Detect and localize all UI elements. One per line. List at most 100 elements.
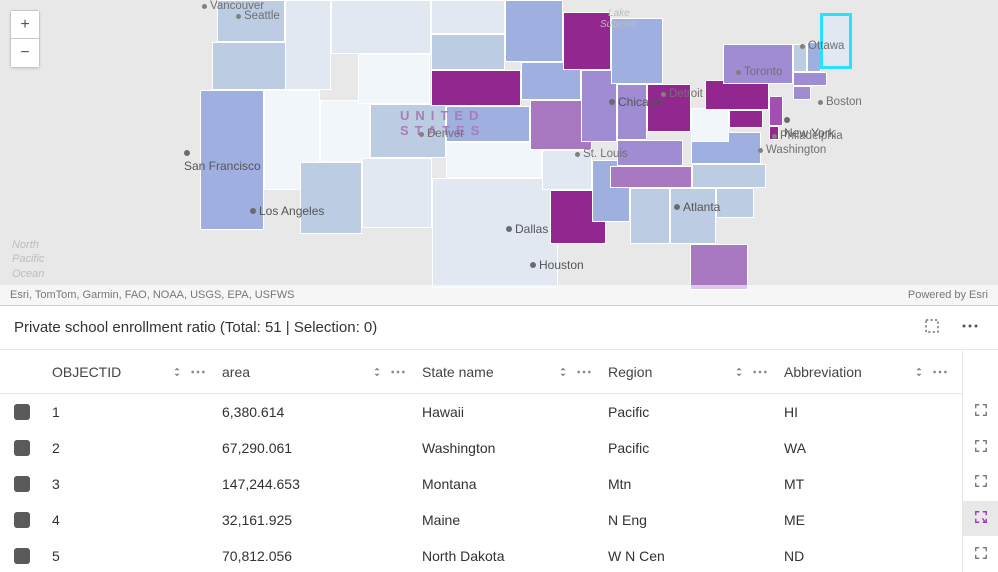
more-options-button[interactable] bbox=[956, 314, 984, 342]
zoom-to-feature-icon bbox=[974, 510, 988, 527]
state-ct[interactable] bbox=[793, 86, 811, 100]
sort-icon[interactable] bbox=[556, 365, 570, 379]
state-ks[interactable] bbox=[446, 106, 530, 142]
state-mn[interactable] bbox=[505, 0, 563, 62]
zoom-to-row-button[interactable] bbox=[963, 394, 998, 430]
row-select-checkbox[interactable] bbox=[14, 440, 30, 456]
cell-objectid: 2 bbox=[44, 440, 214, 456]
sort-icon[interactable] bbox=[732, 365, 746, 379]
state-me[interactable] bbox=[821, 14, 851, 68]
state-ar[interactable] bbox=[542, 150, 592, 190]
table-row[interactable]: 432,161.925MaineN EngME bbox=[0, 502, 962, 538]
table-row[interactable]: 3147,244.653MontanaMtnMT bbox=[0, 466, 962, 502]
ellipsis-icon bbox=[961, 317, 979, 338]
cell-objectid: 4 bbox=[44, 512, 214, 528]
row-select-checkbox[interactable] bbox=[14, 548, 30, 564]
state-nm[interactable] bbox=[362, 158, 432, 228]
state-mt[interactable] bbox=[331, 0, 431, 54]
state-ma[interactable] bbox=[793, 72, 827, 86]
row-select-checkbox[interactable] bbox=[14, 512, 30, 528]
state-or[interactable] bbox=[212, 42, 286, 90]
table-row[interactable]: 267,290.061WashingtonPacificWA bbox=[0, 430, 962, 466]
column-menu-button[interactable] bbox=[390, 370, 406, 374]
state-ca[interactable] bbox=[200, 90, 264, 230]
attribution-right: Powered by Esri bbox=[908, 289, 988, 301]
sort-icon[interactable] bbox=[170, 365, 184, 379]
zoom-to-feature-icon bbox=[974, 403, 988, 420]
cell-region: Pacific bbox=[600, 404, 776, 420]
state-oh[interactable] bbox=[647, 84, 691, 132]
zoom-out-button[interactable]: − bbox=[11, 39, 39, 67]
ocean-label: North Pacific Ocean bbox=[12, 238, 44, 281]
zoom-controls: + − bbox=[10, 10, 40, 68]
state-ok[interactable] bbox=[446, 142, 542, 178]
state-vt[interactable] bbox=[793, 44, 807, 72]
sort-icon[interactable] bbox=[912, 365, 926, 379]
state-ut[interactable] bbox=[320, 100, 370, 162]
zoom-to-row-button[interactable] bbox=[963, 501, 998, 537]
cell-abbr: ME bbox=[776, 512, 956, 528]
state-de[interactable] bbox=[769, 126, 779, 140]
sort-icon[interactable] bbox=[370, 365, 384, 379]
state-fl[interactable] bbox=[690, 244, 748, 290]
state-tx[interactable] bbox=[432, 178, 558, 288]
zoom-to-row-button[interactable] bbox=[963, 465, 998, 501]
table-row[interactable]: 570,812.056North DakotaW N CenND bbox=[0, 538, 962, 572]
row-actions-header bbox=[963, 350, 998, 394]
state-nj[interactable] bbox=[769, 96, 783, 126]
state-wv[interactable] bbox=[691, 108, 729, 142]
state-md[interactable] bbox=[729, 110, 763, 128]
state-wy[interactable] bbox=[358, 54, 430, 104]
column-header-objectid[interactable]: OBJECTID bbox=[44, 364, 214, 380]
table-row[interactable]: 16,380.614HawaiiPacificHI bbox=[0, 394, 962, 430]
state-nc[interactable] bbox=[692, 164, 766, 188]
attribute-table: OBJECTID area State name Region Abbreviation… bbox=[0, 350, 962, 572]
column-menu-button[interactable] bbox=[190, 370, 206, 374]
column-menu-button[interactable] bbox=[932, 370, 948, 374]
row-select-checkbox[interactable] bbox=[14, 404, 30, 420]
selection-tool-icon bbox=[923, 317, 941, 338]
state-ky[interactable] bbox=[617, 140, 683, 166]
column-menu-button[interactable] bbox=[752, 370, 768, 374]
cell-area: 32,161.925 bbox=[214, 512, 414, 528]
state-al[interactable] bbox=[630, 188, 670, 244]
state-id[interactable] bbox=[285, 0, 331, 90]
cell-region: N Eng bbox=[600, 512, 776, 528]
cell-abbr: ND bbox=[776, 548, 956, 564]
zoom-to-row-button[interactable] bbox=[963, 429, 998, 465]
state-ny[interactable] bbox=[723, 44, 793, 84]
state-pa[interactable] bbox=[705, 80, 769, 110]
state-nh[interactable] bbox=[807, 42, 821, 72]
cell-objectid: 5 bbox=[44, 548, 214, 564]
state-nd[interactable] bbox=[431, 0, 505, 34]
column-header-state[interactable]: State name bbox=[414, 364, 600, 380]
map-attribution: Esri, TomTom, Garmin, FAO, NOAA, USGS, E… bbox=[0, 285, 998, 305]
table-header-bar: Private school enrollment ratio (Total: … bbox=[0, 306, 998, 350]
state-in[interactable] bbox=[617, 84, 647, 140]
state-az[interactable] bbox=[300, 162, 362, 234]
state-sc[interactable] bbox=[716, 188, 754, 218]
column-header-label: OBJECTID bbox=[52, 364, 164, 380]
column-menu-button[interactable] bbox=[576, 370, 592, 374]
state-co[interactable] bbox=[370, 104, 446, 158]
zoom-in-button[interactable]: + bbox=[11, 11, 39, 39]
state-ga[interactable] bbox=[670, 188, 716, 244]
row-select-checkbox[interactable] bbox=[14, 476, 30, 492]
state-wa[interactable] bbox=[217, 0, 285, 42]
column-header-region[interactable]: Region bbox=[600, 364, 776, 380]
column-header-area[interactable]: area bbox=[214, 364, 414, 380]
attribution-left: Esri, TomTom, Garmin, FAO, NOAA, USGS, E… bbox=[10, 289, 294, 301]
cell-state: Maine bbox=[414, 512, 600, 528]
map[interactable]: + − North Pacific Ocean Lake Superior UN… bbox=[0, 0, 998, 306]
cell-state: Montana bbox=[414, 476, 600, 492]
selection-tool-button[interactable] bbox=[918, 314, 946, 342]
cell-state: North Dakota bbox=[414, 548, 600, 564]
column-header-label: Abbreviation bbox=[784, 364, 906, 380]
state-ne[interactable] bbox=[431, 70, 521, 106]
zoom-to-row-button[interactable] bbox=[963, 536, 998, 572]
column-header-label: State name bbox=[422, 364, 550, 380]
state-sd[interactable] bbox=[431, 34, 505, 70]
state-tn[interactable] bbox=[610, 166, 692, 188]
zoom-to-feature-icon bbox=[974, 474, 988, 491]
column-header-abbr[interactable]: Abbreviation bbox=[776, 364, 956, 380]
